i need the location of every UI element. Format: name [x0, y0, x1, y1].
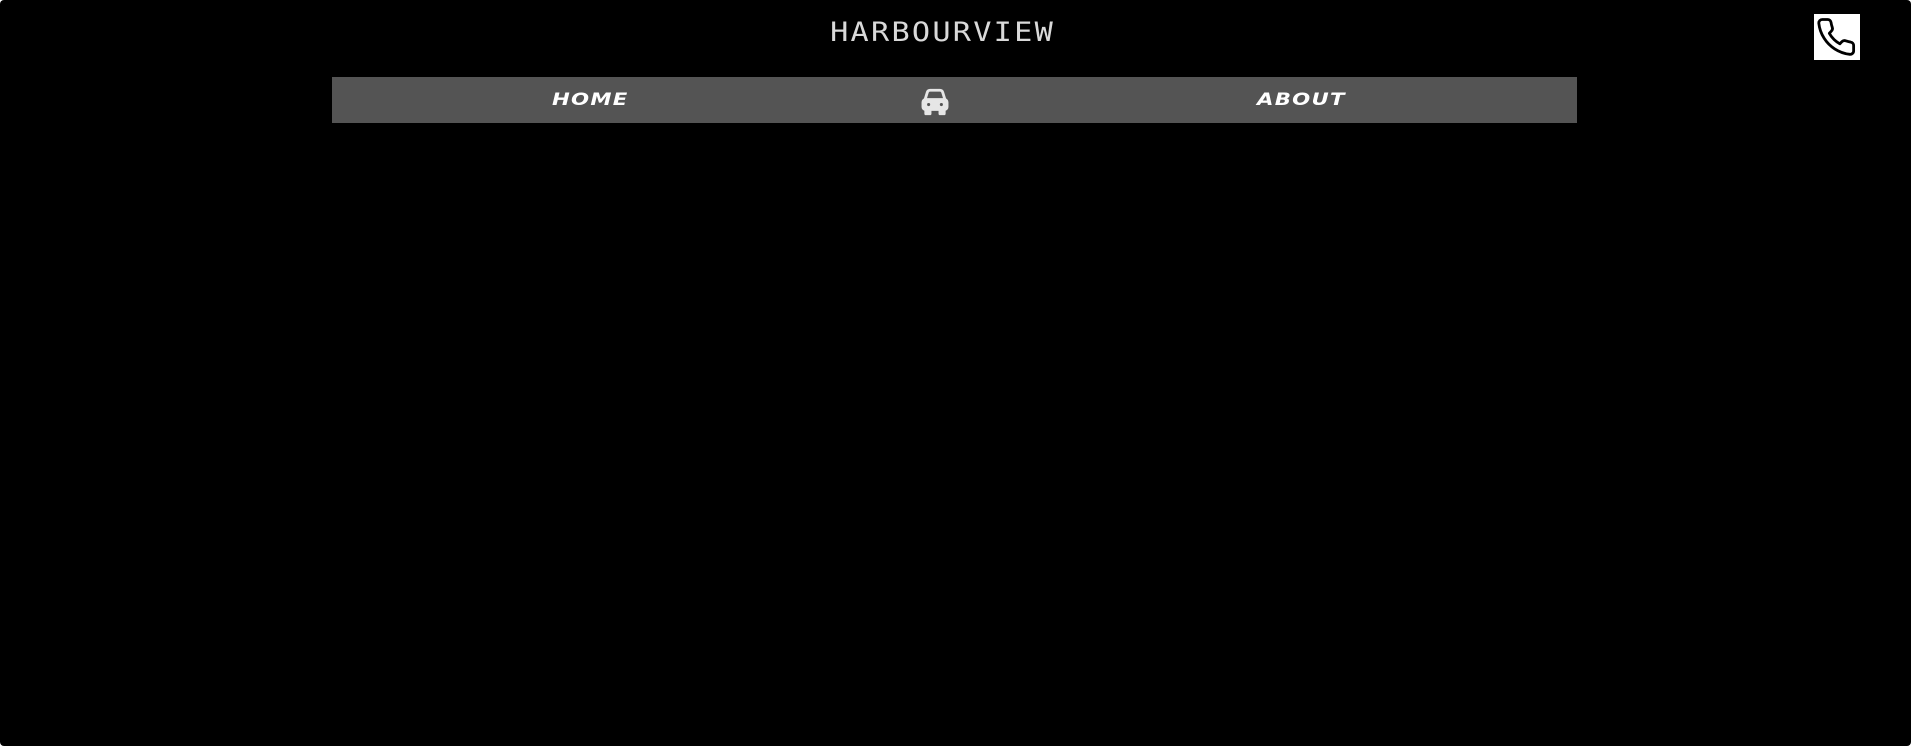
nav-home-link[interactable]: HOME [552, 77, 629, 123]
page-frame: HARBOURVIEW HOME ABOUT [0, 0, 1911, 746]
main-navbar: HOME ABOUT [332, 77, 1577, 123]
nav-about-link[interactable]: ABOUT [1257, 77, 1346, 123]
car-icon[interactable] [918, 84, 952, 118]
site-title: HARBOURVIEW [830, 17, 1056, 48]
phone-icon [1817, 18, 1856, 56]
phone-button[interactable] [1814, 14, 1860, 60]
